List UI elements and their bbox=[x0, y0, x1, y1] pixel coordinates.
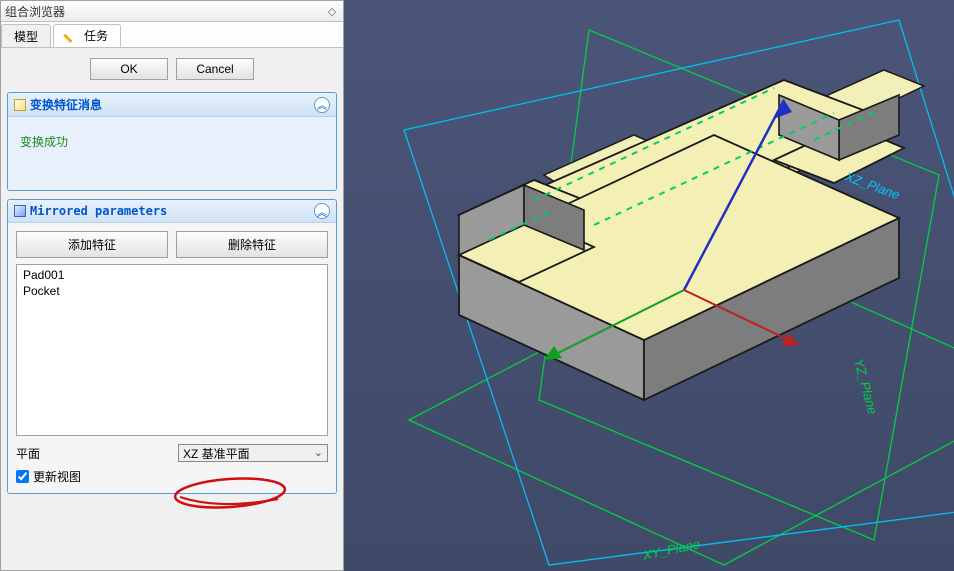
transform-message-body: 变换成功 bbox=[8, 117, 336, 190]
3d-scene: XY_Plane YZ_Plane XZ_Plane bbox=[344, 0, 954, 571]
tab-task-label: 任务 bbox=[84, 27, 108, 44]
panel-header: 组合浏览器 ◇ bbox=[1, 1, 343, 22]
update-view-label: 更新视图 bbox=[33, 468, 81, 485]
combo-browser-panel: 组合浏览器 ◇ 模型 任务 OK Cancel 变换特征消息 ︽ 变换成功 bbox=[0, 0, 344, 571]
plane-value: XZ 基准平面 bbox=[183, 447, 250, 461]
tab-model-label: 模型 bbox=[14, 28, 38, 45]
list-item[interactable]: Pad001 bbox=[19, 267, 325, 283]
transform-message-title: 变换特征消息 bbox=[30, 96, 102, 113]
chevron-up-icon[interactable]: ︽ bbox=[314, 97, 330, 113]
remove-feature-button[interactable]: 删除特征 bbox=[176, 231, 328, 258]
info-icon bbox=[14, 99, 26, 111]
transform-message-group: 变换特征消息 ︽ 变换成功 bbox=[7, 92, 337, 191]
part-body bbox=[459, 52, 904, 400]
mirrored-params-title: Mirrored parameters bbox=[30, 204, 167, 218]
tab-model[interactable]: 模型 bbox=[1, 24, 51, 47]
dialog-buttons: OK Cancel bbox=[7, 58, 337, 80]
mirror-icon bbox=[14, 205, 26, 217]
cancel-button[interactable]: Cancel bbox=[176, 58, 254, 80]
chevron-up-icon[interactable]: ︽ bbox=[314, 203, 330, 219]
list-item[interactable]: Pocket bbox=[19, 283, 325, 299]
plane-label: 平面 bbox=[16, 445, 172, 462]
undock-icon[interactable]: ◇ bbox=[325, 4, 339, 18]
tab-task[interactable]: 任务 bbox=[53, 24, 121, 47]
mirrored-params-group: Mirrored parameters ︽ 添加特征 删除特征 Pad001 P… bbox=[7, 199, 337, 494]
plane-combobox[interactable]: XZ 基准平面 bbox=[178, 444, 328, 462]
pencil-icon bbox=[63, 26, 83, 46]
transform-message-header[interactable]: 变换特征消息 ︽ bbox=[8, 93, 336, 117]
ok-button[interactable]: OK bbox=[90, 58, 168, 80]
task-content: OK Cancel 变换特征消息 ︽ 变换成功 Mirrored paramet… bbox=[1, 48, 343, 570]
tab-bar: 模型 任务 bbox=[1, 22, 343, 48]
update-view-checkbox[interactable] bbox=[16, 470, 29, 483]
3d-viewport[interactable]: XY_Plane YZ_Plane XZ_Plane bbox=[344, 0, 954, 571]
panel-title: 组合浏览器 bbox=[5, 3, 65, 20]
mirrored-params-header[interactable]: Mirrored parameters ︽ bbox=[8, 200, 336, 223]
mirrored-params-body: 添加特征 删除特征 Pad001 Pocket 平面 XZ 基准平面 更新视图 bbox=[8, 223, 336, 493]
feature-listbox[interactable]: Pad001 Pocket bbox=[16, 264, 328, 436]
yz-plane-label: YZ_Plane bbox=[851, 357, 880, 416]
transform-success-text: 变换成功 bbox=[16, 127, 328, 180]
add-feature-button[interactable]: 添加特征 bbox=[16, 231, 168, 258]
